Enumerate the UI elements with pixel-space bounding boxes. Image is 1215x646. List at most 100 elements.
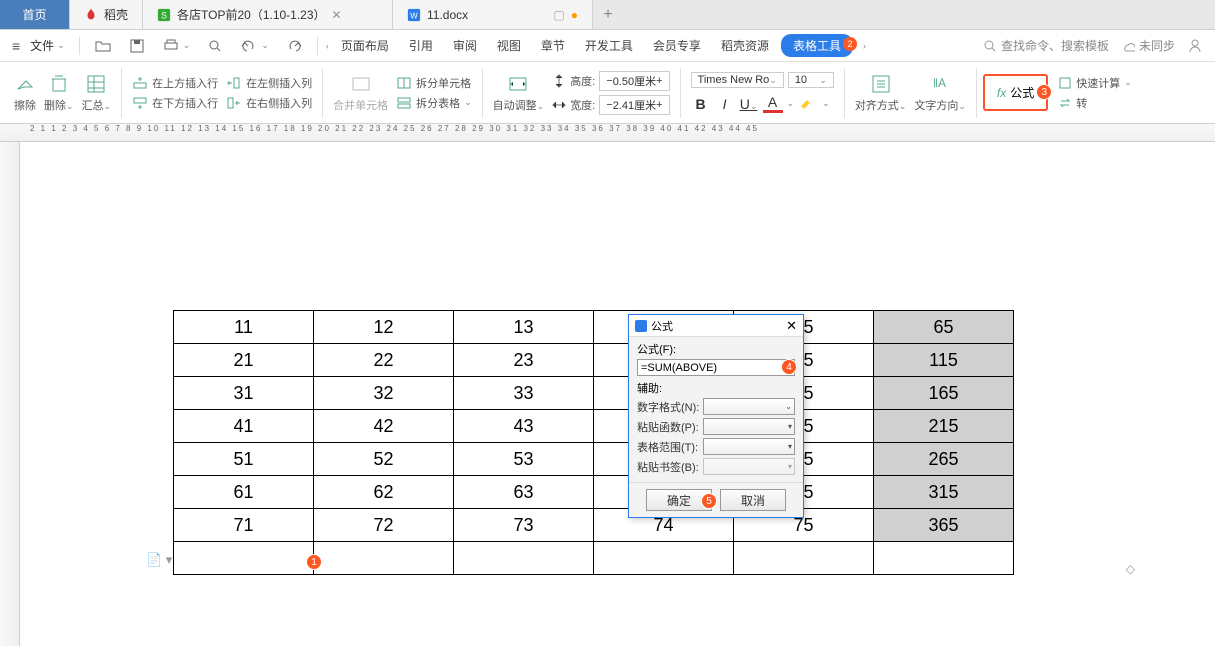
ribbon-tab-layout[interactable]: 页面布局	[333, 33, 397, 58]
open-button[interactable]	[88, 34, 118, 58]
convert-button[interactable]: 转	[1058, 95, 1132, 111]
size-select[interactable]: 10⌄	[788, 72, 834, 88]
dialog-close-button[interactable]: ✕	[786, 318, 797, 334]
underline-button[interactable]: U⌄	[739, 96, 759, 112]
split-cell-icon	[396, 76, 412, 90]
summary-label: 汇总	[82, 100, 104, 112]
insert-row-group: 在上方插入行 在下方插入行	[128, 75, 222, 111]
tab-doke-label: 稻壳	[104, 6, 128, 23]
ribbon-tab-resource[interactable]: 稻壳资源	[713, 33, 777, 58]
numfmt-label: 数字格式(N):	[637, 399, 699, 415]
vertical-ruler[interactable]	[0, 142, 20, 646]
pastefn-label: 粘贴函数(P):	[637, 419, 699, 435]
insert-col-left[interactable]: 在左侧插入列	[226, 75, 312, 91]
italic-button[interactable]: I	[715, 96, 735, 112]
row-height[interactable]: 高度:−0.50厘米+	[552, 71, 669, 91]
undo-button[interactable]: ⌄	[234, 34, 275, 58]
autofit-button[interactable]: 自动调整⌄	[489, 73, 549, 113]
merge-label: 合并单元格	[333, 97, 388, 113]
ribbon-tab-chapter[interactable]: 章节	[533, 33, 573, 58]
tab-home[interactable]: 首页	[0, 0, 70, 29]
ribbon-tab-table-tools[interactable]: 表格工具2	[781, 34, 853, 57]
tab-doc[interactable]: W 11.docx ▢ ●	[393, 0, 593, 29]
redo-button[interactable]	[279, 34, 309, 58]
preview-button[interactable]	[200, 34, 230, 58]
table-tools-label: 表格工具	[793, 39, 841, 53]
collapse-icon[interactable]: ‹	[326, 41, 329, 51]
height-input[interactable]: −0.50厘米+	[599, 71, 669, 91]
height-value: 0.50厘米	[613, 73, 656, 89]
delete-button[interactable]: 删除⌄	[40, 73, 78, 113]
size-value: 10	[795, 74, 807, 86]
dialog-titlebar[interactable]: 公式 ✕	[629, 315, 803, 337]
erase-button[interactable]: 擦除	[10, 73, 40, 113]
col-left-icon	[226, 76, 242, 90]
close-icon[interactable]: ✕	[332, 8, 342, 22]
expand-icon[interactable]: ›	[863, 41, 866, 51]
ribbon-tab-dev[interactable]: 开发工具	[577, 33, 641, 58]
document-table[interactable]: 111213141565 2122232425115 3132333435165…	[173, 310, 1014, 575]
ribbon-tab-view[interactable]: 视图	[489, 33, 529, 58]
bold-button[interactable]: B	[691, 96, 711, 112]
svg-text:W: W	[410, 11, 418, 20]
command-search[interactable]: 查找命令、搜索模板	[983, 37, 1109, 54]
pastebm-label: 粘贴书签(B):	[637, 459, 699, 475]
row-below-icon	[132, 96, 148, 110]
tab-options-icon[interactable]: ▢	[553, 8, 564, 22]
assist-label: 辅助:	[637, 380, 795, 396]
file-menu[interactable]: 文件 ⌄	[24, 34, 71, 57]
fast-calc-button[interactable]: 快速计算⌄	[1058, 75, 1132, 91]
font-select[interactable]: Times New Ro⌄	[691, 72, 784, 88]
spreadsheet-icon: S	[157, 8, 171, 22]
split-table-button[interactable]: 拆分表格⌄	[396, 95, 472, 111]
split-cell-button[interactable]: 拆分单元格	[396, 75, 472, 91]
ribbon-tab-ref[interactable]: 引用	[401, 33, 441, 58]
delete-icon	[48, 73, 70, 95]
split-table-icon	[396, 96, 412, 110]
ribbon-tab-review[interactable]: 审阅	[445, 33, 485, 58]
textdir-button[interactable]: ‖A文字方向⌄	[910, 73, 970, 113]
highlight-icon	[798, 96, 814, 112]
print-button[interactable]: ⌄	[156, 34, 197, 58]
badge-5: 5	[701, 493, 717, 509]
numfmt-select[interactable]: ⌄	[703, 398, 795, 415]
user-icon[interactable]	[1187, 38, 1203, 54]
tblrange-select[interactable]: ▾	[703, 438, 795, 455]
save-button[interactable]	[122, 34, 152, 58]
cancel-label: 取消	[741, 492, 765, 509]
insert-row-below[interactable]: 在下方插入行	[132, 95, 218, 111]
font-value: Times New Ro	[698, 74, 770, 86]
width-input[interactable]: −2.41厘米+	[599, 95, 669, 115]
formula-button[interactable]: fx 公式	[989, 78, 1042, 107]
ok-button[interactable]: 确定5	[646, 489, 712, 511]
save-icon	[128, 37, 146, 55]
formula-dialog: 公式 ✕ 公式(F): 4 辅助: 数字格式(N):⌄ 粘贴函数(P):▾ 表格…	[628, 314, 804, 518]
col-width[interactable]: 宽度:−2.41厘米+	[552, 95, 669, 115]
file-label: 文件	[30, 37, 54, 54]
menu-bar: ≡ 文件 ⌄ ⌄ ⌄ ‹ 页面布局 引用 审阅 视图 章节 开发工具 会员专享 …	[0, 30, 1215, 62]
sync-status[interactable]: 未同步	[1121, 37, 1175, 54]
highlight-button[interactable]	[798, 96, 818, 112]
font-color-button[interactable]: A	[763, 94, 783, 113]
insert-col-right[interactable]: 在右侧插入列	[226, 95, 312, 111]
tab-doke[interactable]: 稻壳	[70, 0, 143, 29]
eraser-icon	[14, 73, 36, 95]
align-button[interactable]: 对齐方式⌄	[851, 73, 911, 113]
menu-icon[interactable]: ≡	[12, 38, 20, 54]
pastefn-select[interactable]: ▾	[703, 418, 795, 435]
ribbon-tab-member[interactable]: 会员专享	[645, 33, 709, 58]
new-tab-button[interactable]: +	[593, 0, 623, 29]
textdir-label: 文字方向	[914, 100, 958, 112]
formula-input[interactable]	[637, 359, 795, 376]
summary-button[interactable]: 汇总⌄	[78, 73, 116, 113]
cancel-button[interactable]: 取消	[720, 489, 786, 511]
col-left-label: 在左侧插入列	[246, 75, 312, 91]
formula-button-highlighted: fx 公式 3	[983, 74, 1048, 111]
sum-icon	[85, 73, 107, 95]
tab-sheet[interactable]: S 各店TOP前20（1.10-1.23） ✕	[143, 0, 393, 29]
print-icon	[162, 37, 180, 55]
doc-options-icon[interactable]: 📄 ▾	[146, 552, 172, 568]
svg-text:S: S	[161, 10, 167, 20]
insert-row-above[interactable]: 在上方插入行	[132, 75, 218, 91]
horizontal-ruler[interactable]: 2 1 1 2 3 4 5 6 7 8 9 10 11 12 13 14 15 …	[0, 124, 1215, 142]
